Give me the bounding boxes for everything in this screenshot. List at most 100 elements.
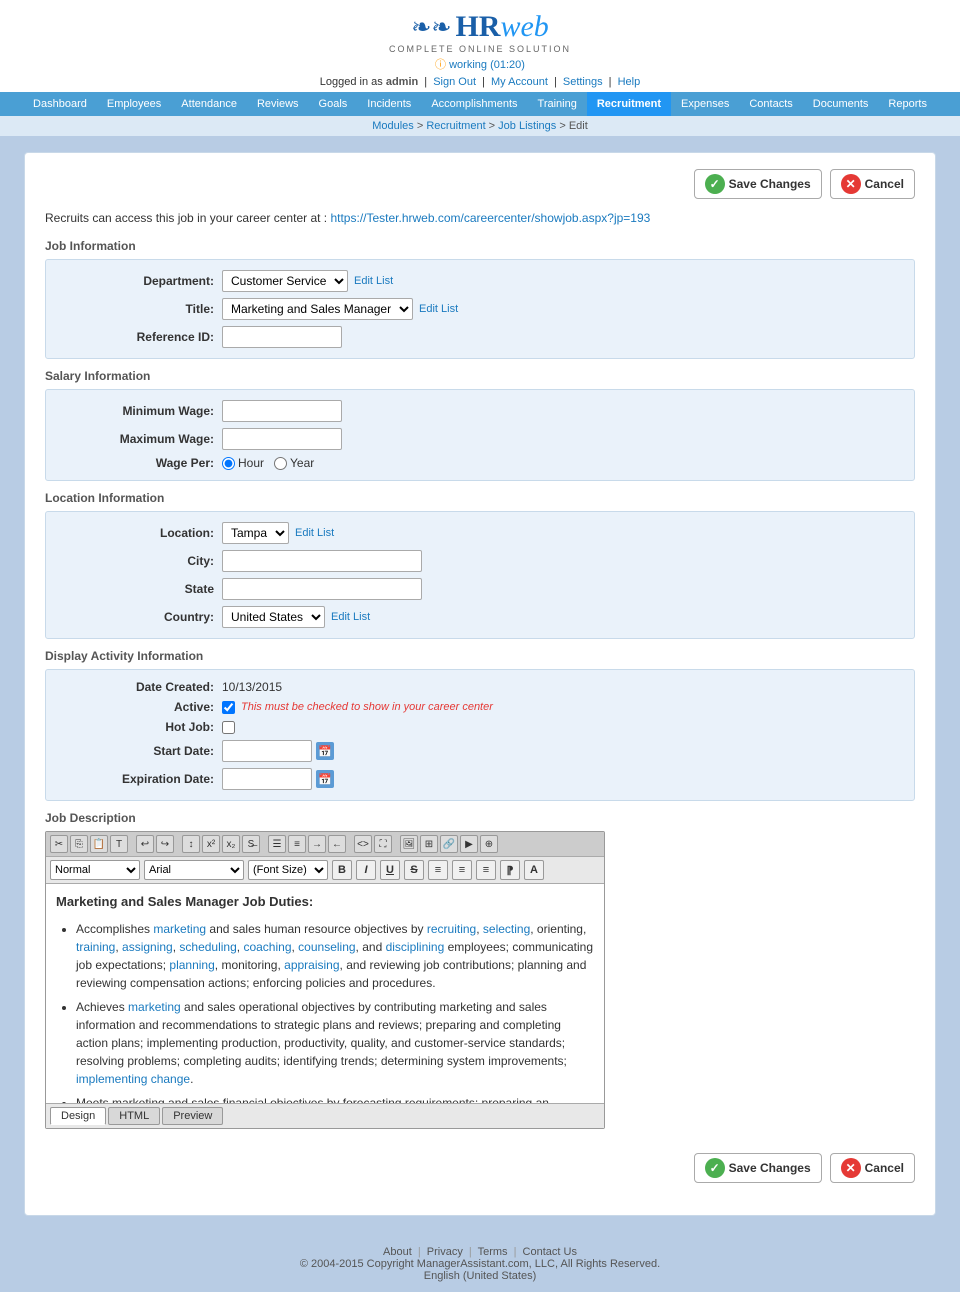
help-link[interactable]: Help: [618, 76, 641, 88]
state-label: State: [62, 582, 222, 596]
indent-btn[interactable]: →: [308, 835, 326, 853]
redo-btn[interactable]: ↪: [156, 835, 174, 853]
nav-incidents[interactable]: Incidents: [357, 92, 421, 116]
breadcrumb-job-listings[interactable]: Job Listings: [498, 120, 556, 132]
hot-job-checkbox[interactable]: [222, 721, 235, 734]
start-date-calendar-icon[interactable]: 📅: [316, 742, 334, 760]
breadcrumb-modules[interactable]: Modules: [372, 120, 414, 132]
align-center-btn[interactable]: ≡: [452, 860, 472, 880]
align-left-btn[interactable]: ≡: [428, 860, 448, 880]
insert-btn[interactable]: ↕: [182, 835, 200, 853]
admin-user: admin: [386, 76, 418, 88]
table-btn[interactable]: ⊞: [420, 835, 438, 853]
nav-documents[interactable]: Documents: [803, 92, 879, 116]
min-wage-input[interactable]: $21.50: [222, 400, 342, 422]
strikethrough-btn[interactable]: S: [404, 860, 424, 880]
source-btn[interactable]: <>: [354, 835, 372, 853]
editor-tab-design[interactable]: Design: [50, 1107, 106, 1125]
subscript-btn[interactable]: x₂: [222, 835, 240, 853]
styles-btn[interactable]: ⁋: [500, 860, 520, 880]
title-edit-list[interactable]: Edit List: [419, 303, 458, 315]
wage-hour-radio[interactable]: [222, 457, 235, 470]
underline-btn[interactable]: U: [380, 860, 400, 880]
ordered-list-btn[interactable]: ≡: [288, 835, 306, 853]
editor-tab-html[interactable]: HTML: [108, 1107, 160, 1125]
nav-employees[interactable]: Employees: [97, 92, 171, 116]
bold-btn[interactable]: B: [332, 860, 352, 880]
link-btn[interactable]: 🔗: [440, 835, 458, 853]
paste-text-btn[interactable]: T: [110, 835, 128, 853]
start-date-input[interactable]: 10/26/2015: [222, 740, 312, 762]
footer-terms[interactable]: Terms: [478, 1246, 508, 1258]
career-url-link[interactable]: https://Tester.hrweb.com/careercenter/sh…: [330, 211, 650, 225]
wage-hour-label[interactable]: Hour: [222, 456, 264, 470]
my-account-link[interactable]: My Account: [491, 76, 548, 88]
country-edit-list[interactable]: Edit List: [331, 611, 370, 623]
image-btn[interactable]: 🖼: [400, 835, 418, 853]
nav-reports[interactable]: Reports: [878, 92, 937, 116]
check-icon: ✓: [705, 174, 725, 194]
cut-btn[interactable]: ✂: [50, 835, 68, 853]
align-right-btn[interactable]: ≡: [476, 860, 496, 880]
format-select[interactable]: Normal Heading 1 Heading 2 Heading 3: [50, 860, 140, 880]
font-size-select[interactable]: (Font Size) 8 10 12 14: [248, 860, 328, 880]
department-edit-list[interactable]: Edit List: [354, 275, 393, 287]
footer-privacy[interactable]: Privacy: [427, 1246, 463, 1258]
state-input[interactable]: FL: [222, 578, 422, 600]
copy-btn[interactable]: ⎘: [70, 835, 88, 853]
fullscreen-btn[interactable]: ⛶: [374, 835, 392, 853]
date-created-row: Date Created: 10/13/2015: [62, 680, 898, 694]
list-item: Meets marketing and sales financial obje…: [76, 1094, 594, 1105]
more-btn[interactable]: ⊕: [480, 835, 498, 853]
location-select[interactable]: Tampa: [222, 522, 289, 544]
sign-out-link[interactable]: Sign Out: [433, 76, 476, 88]
cancel-button-top[interactable]: ✕ Cancel: [830, 169, 915, 199]
cancel-button-bottom[interactable]: ✕ Cancel: [830, 1153, 915, 1183]
font-select[interactable]: Arial Times New Roman Courier New Verdan…: [144, 860, 244, 880]
list-item: Achieves marketing and sales operational…: [76, 998, 594, 1088]
nav-expenses[interactable]: Expenses: [671, 92, 739, 116]
location-edit-list[interactable]: Edit List: [295, 527, 334, 539]
active-checkbox[interactable]: [222, 701, 235, 714]
text-color-btn[interactable]: A: [524, 860, 544, 880]
expiration-date-input[interactable]: 11/30/2015: [222, 768, 312, 790]
nav-dashboard[interactable]: Dashboard: [23, 92, 97, 116]
activity-info-section: Date Created: 10/13/2015 Active: This mu…: [45, 669, 915, 801]
reference-input[interactable]: ASA-01: [222, 326, 342, 348]
save-changes-button-bottom[interactable]: ✓ Save Changes: [694, 1153, 822, 1183]
footer-about[interactable]: About: [383, 1246, 412, 1258]
state-row: State FL: [62, 578, 898, 600]
working-link[interactable]: working (01:20): [449, 59, 525, 71]
nav-recruitment[interactable]: Recruitment: [587, 92, 671, 116]
unordered-list-btn[interactable]: ☰: [268, 835, 286, 853]
country-select[interactable]: United States: [222, 606, 325, 628]
editor-tab-preview[interactable]: Preview: [162, 1107, 223, 1125]
italic-btn[interactable]: I: [356, 860, 376, 880]
footer-contact[interactable]: Contact Us: [523, 1246, 577, 1258]
nav-accomplishments[interactable]: Accomplishments: [421, 92, 527, 116]
settings-link[interactable]: Settings: [563, 76, 603, 88]
title-select[interactable]: Marketing and Sales Manager: [222, 298, 413, 320]
superscript-btn[interactable]: x²: [202, 835, 220, 853]
nav-reviews[interactable]: Reviews: [247, 92, 309, 116]
nav-goals[interactable]: Goals: [309, 92, 358, 116]
expiration-calendar-icon[interactable]: 📅: [316, 770, 334, 788]
nav-training[interactable]: Training: [528, 92, 587, 116]
paste-btn[interactable]: 📋: [90, 835, 108, 853]
city-input[interactable]: Tampa: [222, 550, 422, 572]
location-control: Tampa Edit List: [222, 522, 898, 544]
outdent-btn[interactable]: ←: [328, 835, 346, 853]
footer-copyright: © 2004-2015 Copyright ManagerAssistant.c…: [0, 1258, 960, 1270]
undo-btn[interactable]: ↩: [136, 835, 154, 853]
wage-year-label[interactable]: Year: [274, 456, 314, 470]
media-btn[interactable]: ▶: [460, 835, 478, 853]
department-select[interactable]: Customer Service: [222, 270, 348, 292]
strike-btn[interactable]: S̶: [242, 835, 260, 853]
wage-year-radio[interactable]: [274, 457, 287, 470]
max-wage-input[interactable]: $26.50: [222, 428, 342, 450]
nav-contacts[interactable]: Contacts: [739, 92, 802, 116]
editor-content-area[interactable]: Marketing and Sales Manager Job Duties: …: [46, 884, 604, 1104]
save-changes-button-top[interactable]: ✓ Save Changes: [694, 169, 822, 199]
breadcrumb-recruitment[interactable]: Recruitment: [426, 120, 485, 132]
nav-attendance[interactable]: Attendance: [171, 92, 247, 116]
